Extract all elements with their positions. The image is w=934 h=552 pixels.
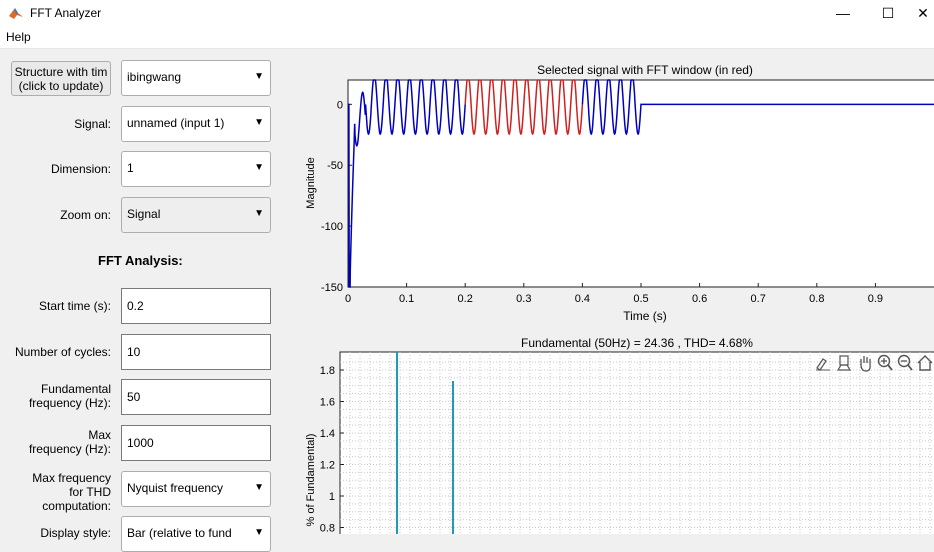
- signal-x-tick-label: 0.4: [575, 293, 590, 305]
- signal-x-tick-label: 0: [345, 293, 351, 305]
- fft-y-tick-label: 1.2: [320, 460, 335, 472]
- fft-y-tick-label: 1.8: [320, 365, 335, 377]
- fft-y-tick-label: 0.8: [320, 523, 335, 535]
- brush-icon[interactable]: [814, 353, 832, 373]
- data-tips-icon[interactable]: [835, 353, 853, 373]
- signal-y-axis-label: Magnitude: [305, 157, 317, 208]
- signal-y-tick-label: 0: [337, 99, 343, 111]
- fft-axes-box: [339, 351, 934, 534]
- fft-chart-title: Fundamental (50Hz) = 24.36 , THD= 4.68%: [521, 336, 753, 350]
- signal-x-tick-label: 0.2: [458, 293, 473, 305]
- signal-x-tick-label: 0.7: [751, 293, 766, 305]
- signal-x-tick-label: 0.9: [868, 293, 883, 305]
- fft-y-tick-label: 1: [329, 491, 335, 503]
- zoom-in-icon[interactable]: [876, 353, 894, 373]
- signal-x-tick-label: 0.6: [692, 293, 707, 305]
- pan-icon[interactable]: [856, 353, 874, 373]
- fft-y-tick-label: 1.4: [320, 428, 335, 440]
- fft-y-tick-label: 1.6: [320, 397, 335, 409]
- zoom-out-icon[interactable]: [896, 353, 914, 373]
- signal-x-tick-label: 0.1: [399, 293, 414, 305]
- signal-x-tick-label: 0.3: [516, 293, 531, 305]
- signal-y-tick-label: -150: [321, 282, 343, 294]
- signal-y-tick-label: -100: [321, 221, 343, 233]
- home-icon[interactable]: [916, 353, 934, 373]
- signal-chart-title: Selected signal with FFT window (in red): [537, 63, 753, 77]
- signal-y-tick-label: -50: [327, 160, 343, 172]
- signal-x-axis-label: Time (s): [623, 309, 667, 323]
- signal-x-tick-label: 0.8: [809, 293, 824, 305]
- fft-y-axis-label: % of Fundamental): [305, 434, 317, 527]
- axes-toolbar: [814, 353, 934, 375]
- plots-area: Selected signal with FFT window (in red)…: [305, 63, 934, 535]
- signal-x-tick-label: 0.5: [633, 293, 648, 305]
